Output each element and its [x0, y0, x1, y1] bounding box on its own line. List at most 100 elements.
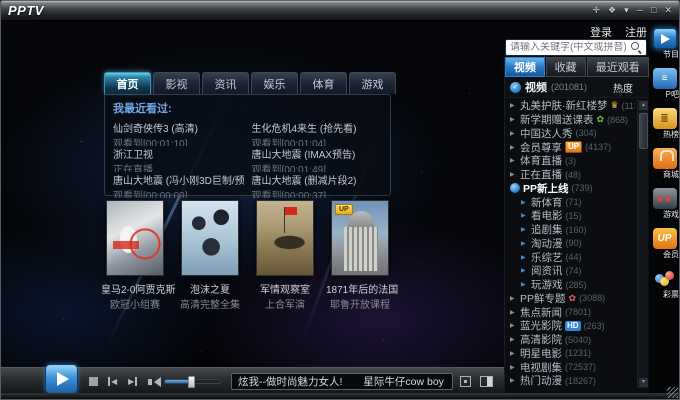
- scroll-up-icon[interactable]: ▲: [639, 101, 648, 110]
- channel-item[interactable]: ▶新体育(71): [510, 195, 635, 209]
- next-button[interactable]: ▶: [128, 368, 138, 395]
- channel-item[interactable]: ▶会员尊享UP(4137): [510, 140, 635, 154]
- recent-item[interactable]: 浙江卫视正在直播...: [113, 146, 244, 172]
- stop-button[interactable]: [89, 368, 98, 395]
- channel-item[interactable]: ▶高清影院(5040): [510, 333, 635, 347]
- thumbnail-card[interactable]: 军情观察室上合军演: [251, 200, 319, 311]
- expand-arrow-icon: ▶: [510, 130, 517, 137]
- channel-item[interactable]: ▶玩游戏(285): [510, 278, 635, 292]
- thumbnail-card[interactable]: 泡沫之夏高清完整全集: [176, 200, 244, 311]
- pin-icon[interactable]: ✛: [592, 5, 600, 16]
- main-tab[interactable]: 体育: [300, 72, 347, 94]
- program-play-icon: [653, 28, 677, 49]
- channel-count: (263): [584, 321, 605, 331]
- minimize-icon[interactable]: ─: [637, 5, 643, 16]
- volume-icon[interactable]: [148, 368, 161, 395]
- recent-item-progress: 观看到[00:01:04]: [252, 135, 383, 146]
- vip-up-icon[interactable]: UP会员: [651, 228, 678, 258]
- channel-item[interactable]: ▶PP鲜专题✿(3088): [510, 292, 635, 306]
- search-icon[interactable]: [630, 41, 643, 54]
- channel-item[interactable]: ▶焦点新闻(7801): [510, 305, 635, 319]
- sidebar-tab[interactable]: 最近观看: [587, 57, 649, 77]
- channel-item[interactable]: ▶追剧集(160): [510, 223, 635, 237]
- menu-arrow-icon[interactable]: ▾: [624, 5, 629, 16]
- recent-item[interactable]: 仙剑奇侠传3 (高清)观看到[00:01:10]: [113, 120, 244, 146]
- thumbnail-card[interactable]: UP1871年后的法国耶鲁开放课程: [326, 200, 394, 311]
- fullscreen-icon[interactable]: [460, 376, 471, 387]
- previous-button[interactable]: ◀: [107, 368, 117, 395]
- recent-item[interactable]: 唐山大地震 (IMAX预告)观看到[00:01:49]: [252, 146, 383, 172]
- pp-bar-chat-icon: ≡: [653, 68, 677, 89]
- channel-item[interactable]: ▶热门动漫(18267): [510, 374, 635, 388]
- channel-item[interactable]: ▶中国达人秀(304): [510, 127, 635, 141]
- channel-item[interactable]: ▶正在直播(48): [510, 168, 635, 182]
- thumbnail-image-soccer[interactable]: [106, 200, 164, 276]
- thumbnail-image-military[interactable]: [256, 200, 314, 276]
- channel-count: (3): [565, 156, 576, 166]
- recent-item[interactable]: 唐山大地震 (冯小刚3D巨制/预告片)观看到[00:00:09]: [113, 172, 244, 198]
- volume-slider[interactable]: [164, 368, 221, 395]
- channel-label: PP新上线: [523, 181, 569, 196]
- channel-item[interactable]: ▶蓝光影院HD(263): [510, 319, 635, 333]
- thumbnail-image-drama[interactable]: [181, 200, 239, 276]
- volume-handle[interactable]: [188, 376, 195, 388]
- search-input[interactable]: [506, 42, 630, 53]
- channel-item[interactable]: ▶新学期赠送课表✿(868): [510, 113, 635, 127]
- mall-bag-icon[interactable]: 商城: [651, 148, 678, 178]
- channel-label: 淘动漫: [531, 236, 563, 251]
- sort-by-heat-button[interactable]: 热度: [613, 80, 633, 95]
- resize-grip-icon[interactable]: [667, 387, 678, 398]
- sidebar-tab[interactable]: 收藏: [546, 57, 586, 77]
- channel-item[interactable]: ▶看电影(15): [510, 209, 635, 223]
- channel-item[interactable]: ▶明星电影(1231): [510, 347, 635, 361]
- channel-item[interactable]: PP新上线(739): [510, 182, 635, 196]
- titlebar[interactable]: PPTV ✛❖▾─□✕: [1, 1, 679, 21]
- skin-icon[interactable]: ❖: [608, 5, 616, 16]
- channel-item[interactable]: ▶丸美护肤·新红楼梦♛(113): [510, 99, 635, 113]
- channel-item[interactable]: ▶淘动漫(90): [510, 237, 635, 251]
- register-link[interactable]: 注册: [625, 24, 647, 40]
- auth-links: 登录 注册: [501, 24, 647, 40]
- thumbnail-image-building[interactable]: UP: [331, 200, 389, 276]
- gamepad-icon[interactable]: ◉◉游戏: [651, 188, 678, 218]
- recent-item[interactable]: 唐山大地震 (删减片段2)观看到[00:00:37]: [252, 172, 383, 198]
- program-play-icon[interactable]: 节目: [651, 28, 678, 58]
- stars: [1, 21, 2, 22]
- thumbnail-title: 军情观察室: [251, 281, 319, 296]
- channel-count: (90): [566, 238, 582, 248]
- thumbnail-card[interactable]: 皇马2-0阿贾克斯欧冠小组赛: [101, 200, 169, 311]
- recent-item-title: 唐山大地震 (IMAX预告): [252, 146, 383, 161]
- thumbnail-title: 泡沫之夏: [176, 281, 244, 296]
- main-tab[interactable]: 娱乐: [251, 72, 298, 94]
- up-badge-icon: UP: [565, 141, 582, 153]
- side-toolbar: 节目 ≡P吧 ≣热榜商城 ◉◉游戏 UP会员彩票: [649, 21, 680, 394]
- main-tab[interactable]: 影视: [153, 72, 200, 94]
- play-button[interactable]: [45, 364, 78, 394]
- thumbnail-subtitle: 高清完整全集: [176, 296, 244, 311]
- pp-bar-chat-icon[interactable]: ≡P吧: [651, 68, 678, 98]
- crown-badge-icon: ♛: [611, 100, 619, 111]
- scrollbar-thumb[interactable]: [639, 113, 648, 149]
- channel-item[interactable]: ▶阅资讯(74): [510, 264, 635, 278]
- scroll-down-icon[interactable]: ▼: [639, 378, 648, 387]
- close-icon[interactable]: ✕: [664, 5, 672, 16]
- toggle-sidebar-icon[interactable]: [480, 376, 493, 387]
- hot-rank-icon[interactable]: ≣热榜: [651, 108, 678, 138]
- maximize-icon[interactable]: □: [651, 5, 656, 16]
- sidebar-tab[interactable]: 视频: [505, 57, 545, 77]
- channel-item[interactable]: ▶体育直播(3): [510, 154, 635, 168]
- channel-label: 乐综艺: [531, 250, 563, 265]
- recent-item[interactable]: 生化危机4来生 (抢先看)观看到[00:01:04]: [252, 120, 383, 146]
- sidebar-scrollbar[interactable]: ▲ ▼: [637, 100, 648, 388]
- login-link[interactable]: 登录: [590, 24, 612, 40]
- flower-badge-icon: ✿: [569, 293, 577, 304]
- main-tab[interactable]: 首页: [104, 72, 151, 94]
- expand-arrow-icon: ▶: [521, 267, 528, 274]
- main-tab[interactable]: 资讯: [202, 72, 249, 94]
- lottery-balls-icon[interactable]: 彩票: [651, 268, 678, 298]
- channel-item[interactable]: ▶乐综艺(44): [510, 250, 635, 264]
- channel-label: 明星电影: [520, 346, 562, 361]
- main-tab[interactable]: 游戏: [349, 72, 396, 94]
- channel-item[interactable]: ▶电视剧集(72537): [510, 360, 635, 374]
- marquee-ticker[interactable]: 炫我--做时尚魅力女人! 星际牛仔cow boy: [231, 373, 453, 390]
